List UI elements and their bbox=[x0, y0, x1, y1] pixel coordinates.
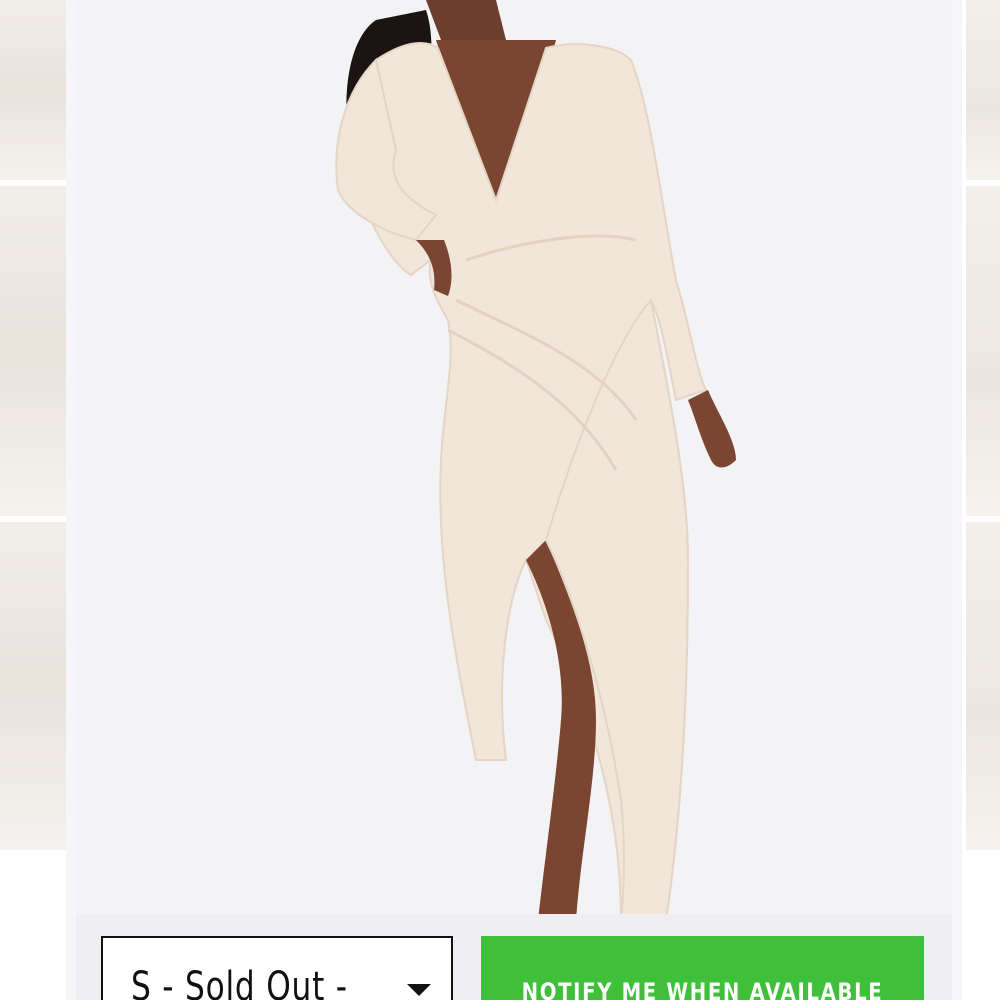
thumbnail-strip-left bbox=[0, 0, 66, 1000]
notify-me-label: NOTIFY ME WHEN AVAILABLE bbox=[521, 978, 884, 1000]
thumbnail-right-1[interactable] bbox=[966, 0, 1000, 180]
main-product-image[interactable] bbox=[76, 0, 952, 1000]
model-hand-right bbox=[688, 390, 736, 468]
size-select[interactable]: S - Sold Out - bbox=[101, 936, 453, 1000]
thumbnail-2[interactable] bbox=[0, 186, 66, 516]
product-page: S - Sold Out - NOTIFY ME WHEN AVAILABLE bbox=[0, 0, 1000, 1000]
product-photo-illustration bbox=[335, 0, 736, 921]
thumbnail-right-2[interactable] bbox=[966, 186, 1000, 516]
thumbnail-strip-right bbox=[962, 0, 1000, 1000]
chevron-down-icon bbox=[407, 984, 431, 996]
thumbnail-1[interactable] bbox=[0, 0, 66, 180]
thumbnail-3[interactable] bbox=[0, 522, 66, 850]
size-select-value: S - Sold Out - bbox=[131, 964, 348, 1000]
thumbnail-right-3[interactable] bbox=[966, 522, 1000, 850]
notify-me-button[interactable]: NOTIFY ME WHEN AVAILABLE bbox=[481, 936, 924, 1000]
